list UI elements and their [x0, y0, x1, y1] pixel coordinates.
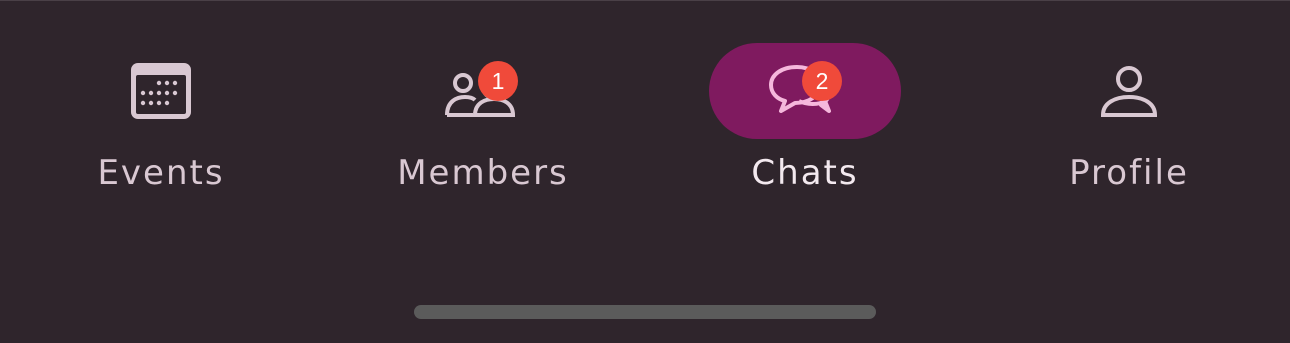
- tab-profile[interactable]: Profile: [968, 41, 1290, 211]
- tab-members[interactable]: 1 Members: [322, 41, 644, 211]
- tab-label: Chats: [751, 153, 859, 193]
- tab-label: Events: [97, 153, 225, 193]
- home-indicator[interactable]: [414, 305, 876, 319]
- bottom-navigation-bar: Events 1 Members 2 Chats Profile: [0, 0, 1290, 343]
- tab-events[interactable]: Events: [0, 41, 322, 211]
- tab-label: Profile: [1069, 153, 1189, 193]
- tab-chats[interactable]: 2 Chats: [644, 41, 966, 211]
- person-icon: [1089, 61, 1169, 125]
- calendar-icon: [121, 61, 201, 125]
- tab-label: Members: [397, 153, 569, 193]
- notification-badge: 2: [802, 61, 842, 101]
- notification-badge: 1: [478, 61, 518, 101]
